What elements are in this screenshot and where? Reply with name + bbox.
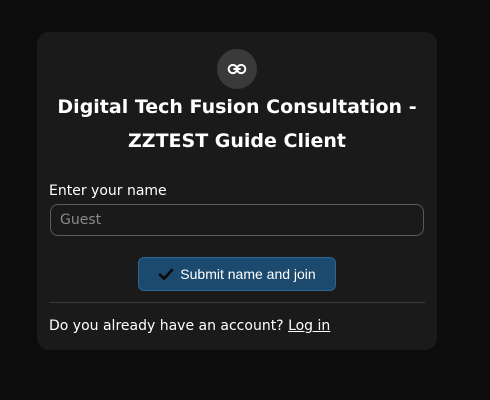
login-link[interactable]: Log in (288, 318, 330, 334)
submit-button-label: Submit name and join (180, 266, 316, 282)
page-title: Digital Tech Fusion Consultation - ZZTES… (57, 96, 417, 152)
link-icon (227, 63, 247, 75)
name-field-label: Enter your name (49, 183, 167, 199)
login-prompt: Do you already have an account? Log in (49, 318, 330, 334)
checkmark-icon (158, 268, 174, 280)
name-input[interactable] (50, 204, 424, 236)
link-icon-badge (217, 49, 257, 89)
submit-name-button[interactable]: Submit name and join (138, 257, 336, 291)
join-card: Digital Tech Fusion Consultation - ZZTES… (37, 32, 437, 350)
login-prompt-text: Do you already have an account? (49, 318, 284, 334)
divider (49, 302, 425, 303)
